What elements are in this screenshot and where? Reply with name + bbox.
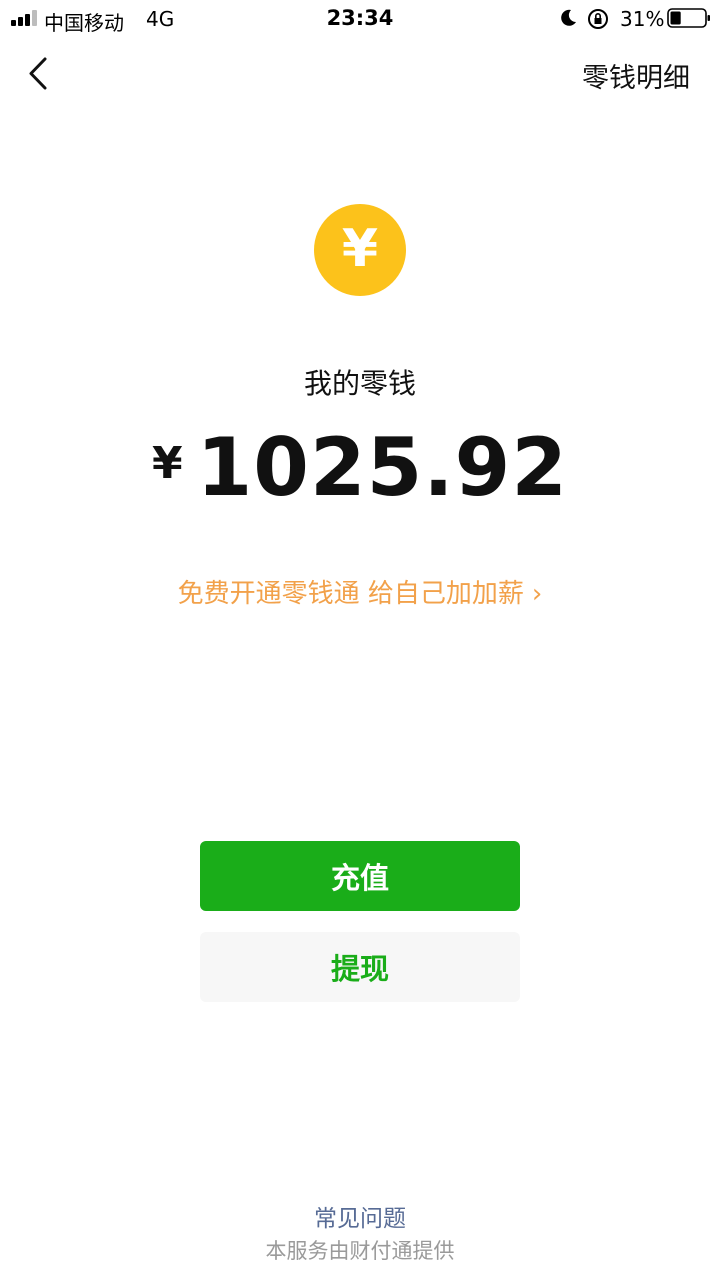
wallet-screen: 中国移动 4G 23:34 31% 零钱明细 ¥ 我的零钱 ¥1025.92 免… <box>0 0 720 1280</box>
battery-percentage: 31% <box>620 7 665 31</box>
balance-amount: 1025.92 <box>196 421 568 514</box>
recharge-label: 充值 <box>330 861 389 895</box>
wallet-title: 我的零钱 <box>303 367 416 400</box>
chevron-left-icon <box>29 57 47 90</box>
status-bar: 中国移动 4G 23:34 31% <box>0 0 720 38</box>
balance-display: ¥1025.92 <box>0 428 720 508</box>
service-provider-text: 本服务由财付通提供 <box>265 1239 455 1263</box>
promo-text: 免费开通零钱通 给自己加加薪 <box>177 579 524 609</box>
battery-icon <box>667 8 710 28</box>
moon-icon <box>561 9 576 26</box>
recharge-button[interactable]: 充值 <box>200 841 520 911</box>
yuan-symbol: ¥ <box>341 219 379 279</box>
chevron-right-icon: › <box>531 579 543 609</box>
status-time: 23:34 <box>326 6 394 30</box>
rotation-lock-icon <box>588 9 608 29</box>
withdraw-button[interactable]: 提现 <box>200 932 520 1002</box>
yuan-coin-icon: ¥ <box>314 204 406 296</box>
currency-symbol: ¥ <box>152 438 183 489</box>
back-button[interactable] <box>20 52 60 96</box>
wallet-fund-promo-link[interactable]: 免费开通零钱通 给自己加加薪 › <box>0 573 720 610</box>
withdraw-label: 提现 <box>330 952 389 986</box>
faq-link[interactable]: 常见问题 <box>0 1199 720 1233</box>
change-details-link[interactable]: 零钱明细 <box>582 56 690 95</box>
